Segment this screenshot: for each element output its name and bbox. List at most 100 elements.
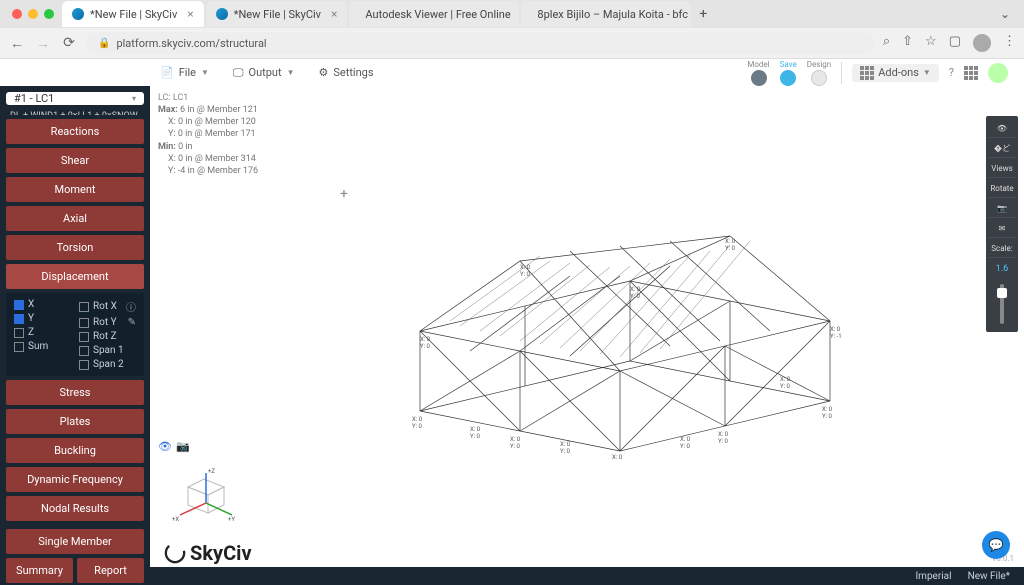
close-window-icon[interactable]	[12, 9, 22, 19]
skyciv-logo: SkyCiv	[164, 541, 252, 565]
slider-knob[interactable]	[997, 288, 1007, 298]
loadcase-selector[interactable]: #1 - LC1 ▾	[6, 92, 144, 105]
checkbox-sum[interactable]	[14, 342, 24, 352]
tab-title: *New File | SkyCiv	[234, 8, 321, 21]
minimize-window-icon[interactable]	[28, 9, 38, 19]
svg-text:X: 0: X: 0	[725, 238, 736, 245]
tab-title: Autodesk Viewer | Free Online	[365, 8, 510, 21]
checkbox-x[interactable]	[14, 300, 24, 310]
checkbox-roty[interactable]	[79, 318, 89, 328]
browser-tab[interactable]: *New File | SkyCiv ×	[206, 1, 348, 27]
moment-button[interactable]: Moment	[6, 177, 144, 202]
checkbox-y[interactable]	[14, 314, 24, 324]
svg-text:Y: 0: Y: 0	[412, 423, 423, 430]
bookmark-icon[interactable]: ☆	[925, 34, 937, 52]
reactions-button[interactable]: Reactions	[6, 119, 144, 144]
marker-icon[interactable]: �ど	[988, 140, 1016, 158]
search-icon[interactable]: ⌕	[883, 34, 890, 52]
profile-avatar[interactable]	[973, 34, 991, 52]
tab-close-icon[interactable]: ×	[331, 7, 337, 21]
rotate-button[interactable]: Rotate	[988, 180, 1016, 198]
svg-text:X: 0: X: 0	[510, 436, 521, 443]
units-toggle[interactable]: Imperial	[915, 571, 951, 582]
forward-icon[interactable]: →	[34, 35, 52, 52]
view-tool-icons: 👁 📷	[158, 440, 190, 453]
address-bar[interactable]: 🔒 platform.skyciv.com/structural	[86, 32, 875, 54]
checkbox-rotx[interactable]	[79, 302, 89, 312]
maximize-window-icon[interactable]	[44, 9, 54, 19]
single-member-button[interactable]: Single Member	[6, 529, 144, 554]
report-button[interactable]: Report	[77, 558, 144, 583]
svg-text:Y: 0: Y: 0	[630, 293, 641, 300]
checkbox-span2[interactable]	[79, 360, 89, 370]
browser-tab-active[interactable]: *New File | SkyCiv ×	[62, 1, 204, 27]
svg-text:X: 0: X: 0	[822, 406, 833, 413]
back-icon[interactable]: ←	[8, 35, 26, 52]
share-icon[interactable]: ⇧	[902, 34, 913, 52]
reload-icon[interactable]: ⟳	[60, 35, 78, 51]
displacement-button[interactable]: Displacement	[6, 264, 144, 289]
lock-icon: 🔒	[98, 38, 110, 49]
mail-icon[interactable]: ✉	[988, 220, 1016, 238]
result-summary: LC: LC1 Max: 6 in @ Member 121 X: 0 in @…	[158, 92, 258, 177]
nodal-results-button[interactable]: Nodal Results	[6, 496, 144, 521]
svg-text:X: 0: X: 0	[630, 286, 641, 293]
output-menu[interactable]: 🖵 Output ▼	[233, 66, 295, 80]
model-mode[interactable]: Model	[747, 60, 769, 86]
design-icon	[811, 70, 827, 86]
tab-title: *New File | SkyCiv	[90, 8, 177, 21]
browser-tab[interactable]: 8plex Bijilo – Majula Koita - bfc ×	[521, 1, 691, 27]
panel-icon[interactable]: ▢	[949, 34, 961, 52]
checkbox-rotz[interactable]	[79, 332, 89, 342]
eye-icon[interactable]: 👁	[988, 120, 1016, 138]
torsion-button[interactable]: Torsion	[6, 235, 144, 260]
results-sidebar: #1 - LC1 ▾ DL + WIND1 + 0×LL1 + 0×SNOW..…	[0, 86, 150, 585]
chat-bubble-icon[interactable]: 💬	[982, 531, 1010, 559]
address-row: ← → ⟳ 🔒 platform.skyciv.com/structural ⌕…	[0, 28, 1024, 58]
model-canvas[interactable]: LC: LC1 Max: 6 in @ Member 121 X: 0 in @…	[150, 86, 1024, 585]
info-icon[interactable]: ⓘ	[126, 299, 136, 314]
loadcase-combo-text: DL + WIND1 + 0×LL1 + 0×SNOW...	[6, 109, 144, 115]
screenshot-icon[interactable]: 📷	[988, 200, 1016, 218]
plates-button[interactable]: Plates	[6, 409, 144, 434]
buckling-button[interactable]: Buckling	[6, 438, 144, 463]
tab-close-icon[interactable]: ×	[187, 7, 193, 21]
user-avatar[interactable]	[988, 63, 1008, 83]
camera-icon[interactable]: 📷	[176, 440, 190, 453]
stress-button[interactable]: Stress	[6, 380, 144, 405]
save-mode[interactable]: Save	[780, 60, 797, 86]
view-toolbar: 👁 �ど Views Rotate 📷 ✉ Scale: 1.6	[986, 116, 1018, 332]
file-menu[interactable]: 📄 File ▼	[160, 66, 209, 79]
svg-text:X: 0: X: 0	[470, 426, 481, 433]
visibility-icon[interactable]: 👁	[158, 440, 172, 453]
svg-text:X: 0: X: 0	[830, 326, 841, 333]
tab-overflow-icon[interactable]: ⌄	[1000, 7, 1010, 21]
new-tab-button[interactable]: +	[693, 6, 713, 22]
addons-menu[interactable]: Add-ons ▼	[852, 64, 939, 82]
svg-text:X: 0: X: 0	[520, 264, 531, 271]
axial-button[interactable]: Axial	[6, 206, 144, 231]
kebab-icon[interactable]: ⋮	[1003, 34, 1016, 52]
file-status[interactable]: New File*	[968, 571, 1010, 582]
checkbox-z[interactable]	[14, 328, 24, 338]
svg-text:X: 0: X: 0	[560, 441, 571, 448]
checkbox-span1[interactable]	[79, 346, 89, 356]
settings-button[interactable]: ⚙ Settings	[319, 66, 374, 79]
summary-button[interactable]: Summary	[6, 558, 73, 583]
views-button[interactable]: Views	[988, 160, 1016, 178]
axes-gizmo[interactable]: +Z +Y +X	[168, 465, 238, 535]
design-mode[interactable]: Design	[807, 60, 831, 86]
scale-slider[interactable]	[1000, 284, 1004, 324]
edit-icon[interactable]: ✎	[128, 317, 136, 328]
svg-text:Y: 0: Y: 0	[560, 448, 571, 455]
svg-text:Y: 0: Y: 0	[780, 383, 791, 390]
shear-button[interactable]: Shear	[6, 148, 144, 173]
divider	[841, 62, 842, 84]
favicon-icon	[216, 8, 228, 20]
dynamic-frequency-button[interactable]: Dynamic Frequency	[6, 467, 144, 492]
apps-grid-icon[interactable]	[964, 66, 978, 80]
save-icon	[780, 70, 796, 86]
scale-value: 1.6	[988, 260, 1016, 278]
browser-tab[interactable]: Autodesk Viewer | Free Online ×	[349, 1, 519, 27]
help-icon[interactable]: ?	[949, 66, 954, 79]
